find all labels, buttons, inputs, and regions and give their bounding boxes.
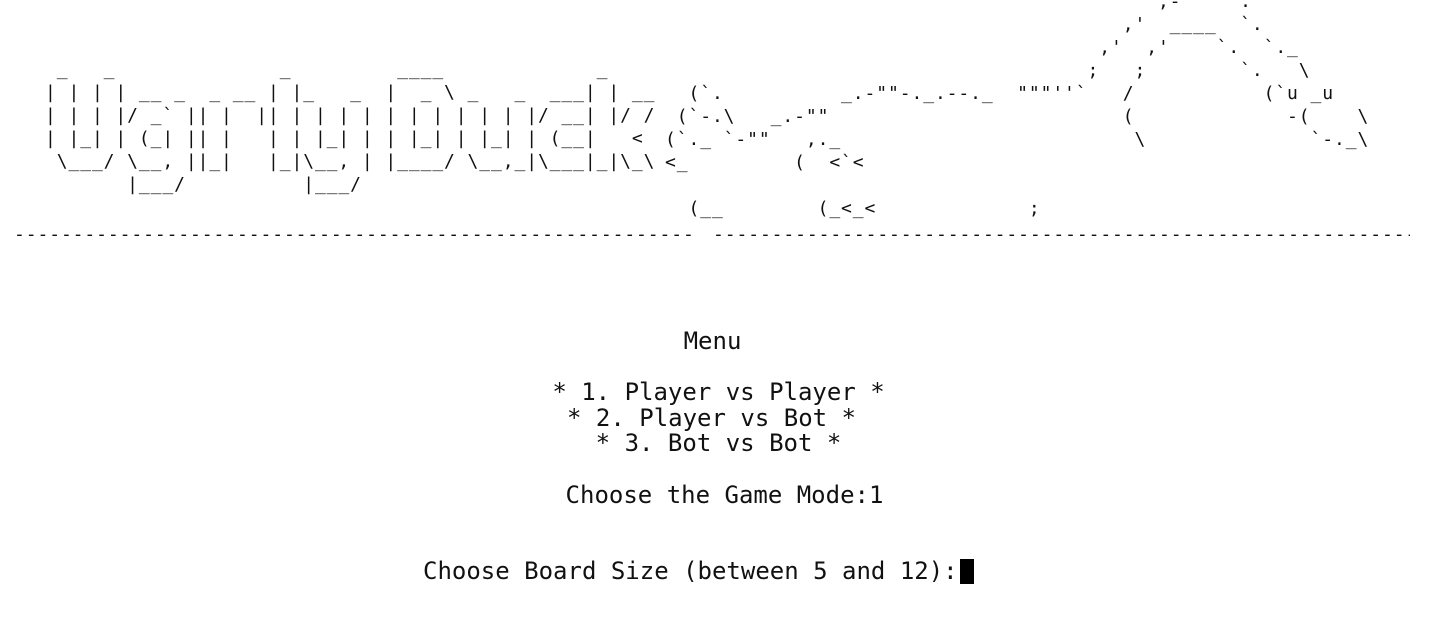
menu-option-player-vs-player: * 1. Player vs Player * <box>552 378 885 406</box>
game-mode-prompt: Choose the Game Mode:1 <box>565 481 884 509</box>
divider-line-left: ----------------------------------------… <box>14 226 697 244</box>
text-cursor <box>959 558 974 584</box>
menu-option-player-vs-bot: * 2. Player vs Bot * <box>567 404 856 432</box>
menu-option-bot-vs-bot: * 3. Bot vs Bot * <box>595 429 842 457</box>
terminal-screen: _ _ _ ____ _ | | | | __ _ _ __ | |_ _ | … <box>0 0 1437 635</box>
menu-title: Menu <box>683 327 742 355</box>
board-size-prompt: Choose Board Size (between 5 and 12): <box>423 557 958 585</box>
duck-ascii-art: ,-"" "". ,' ____ `. ,' ,' `. `._ ; ; `. … <box>665 0 1370 219</box>
divider-line-right: ----------------------------------------… <box>713 226 1410 244</box>
ugly-duck-title-ascii-art: _ _ _ ____ _ | | | | __ _ _ __ | |_ _ | … <box>45 59 656 195</box>
board-size-input-row[interactable]: Choose Board Size (between 5 and 12): <box>423 558 974 584</box>
